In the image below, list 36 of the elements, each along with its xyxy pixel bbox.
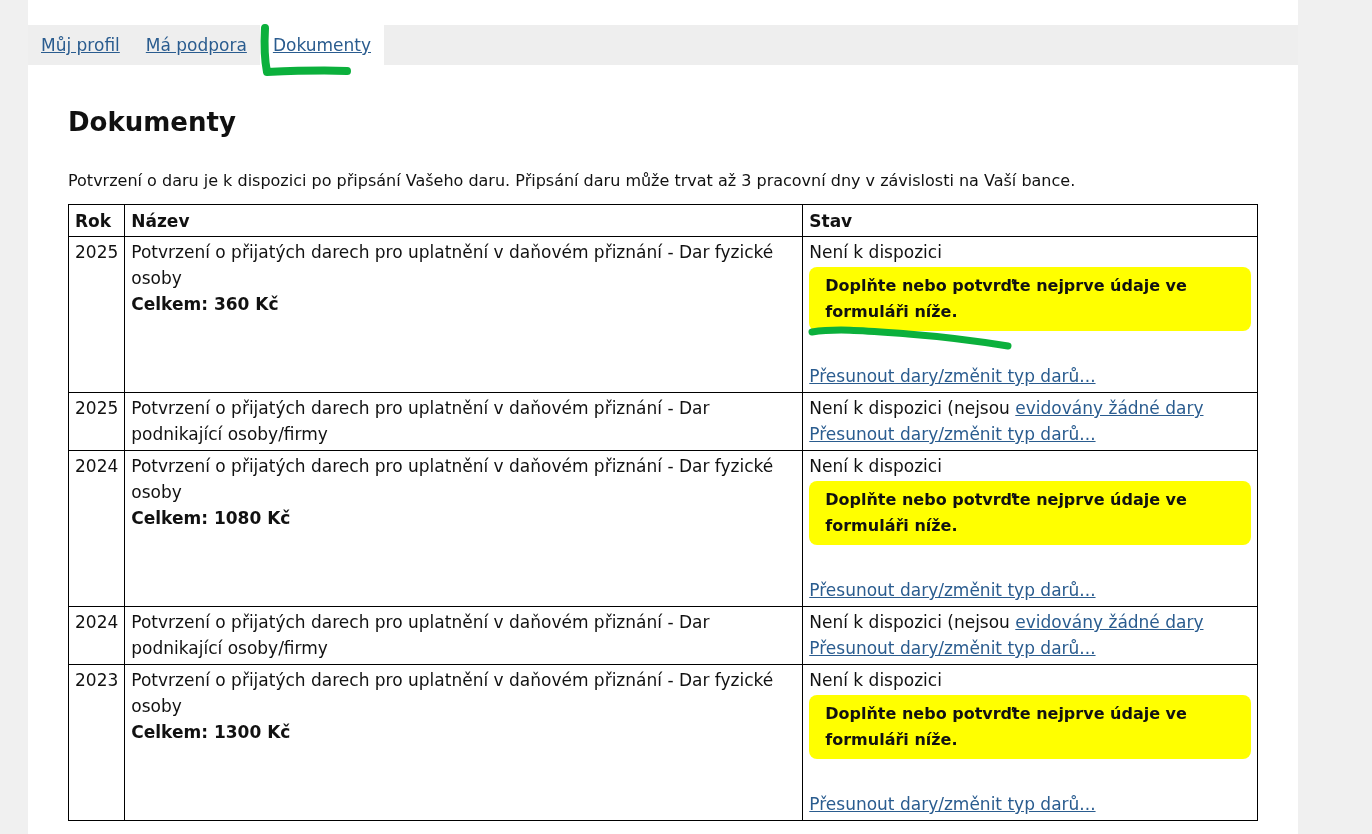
document-name: Potvrzení o přijatých darech pro uplatnění v daňovém přiznání - Dar podnikající osoby/firmy xyxy=(131,398,710,444)
move-gifts-link[interactable]: Přesunout dary/změnit typ darů... xyxy=(809,794,1096,814)
year-cell: 2023 xyxy=(68,664,125,821)
year-cell: 2025 xyxy=(68,236,125,393)
notice-banner: Doplňte nebo potvrďte nejprve údaje ve formuláři níže. xyxy=(809,695,1251,759)
status-text: Není k dispozici (nejsou evidovány žádné dary xyxy=(809,611,1205,634)
total-amount: Celkem: 1080 Kč xyxy=(131,508,291,528)
status-text: Není k dispozici xyxy=(809,669,943,692)
document-name: Potvrzení o přijatých darech pro uplatnění v daňovém přiznání - Dar fyzické osoby xyxy=(131,670,774,716)
move-gifts-link[interactable]: Přesunout dary/změnit typ darů... xyxy=(809,638,1096,658)
notice-banner: Doplňte nebo potvrďte nejprve údaje ve formuláři níže. xyxy=(809,267,1251,331)
intro-text: Potvrzení o daru je k dispozici po připsání Vašeho daru. Připsání daru může trvat až 3 pracovní dny v závislosti na Vaší bance. xyxy=(68,171,1077,190)
document-name: Potvrzení o přijatých darech pro uplatnění v daňovém přiznání - Dar fyzické osoby xyxy=(131,242,774,288)
total-amount: Celkem: 360 Kč xyxy=(131,294,279,314)
move-gifts-link[interactable]: Přesunout dary/změnit typ darů... xyxy=(809,580,1096,600)
column-header: Rok xyxy=(68,204,125,237)
tab[interactable]: Má podpora xyxy=(132,25,260,65)
year-cell: 2024 xyxy=(68,606,125,665)
total-amount: Celkem: 1300 Kč xyxy=(131,722,291,742)
year-cell: 2024 xyxy=(68,450,125,607)
move-gifts-link[interactable]: Přesunout dary/změnit typ darů... xyxy=(809,366,1096,386)
page-heading: Dokumenty xyxy=(68,107,237,137)
column-header: Název xyxy=(124,204,803,237)
tab[interactable]: Dokumenty xyxy=(259,25,384,65)
status-text: Není k dispozici xyxy=(809,455,943,478)
year-cell: 2025 xyxy=(68,392,125,451)
notice-banner: Doplňte nebo potvrďte nejprve údaje ve formuláři níže. xyxy=(809,481,1251,545)
document-name: Potvrzení o přijatých darech pro uplatnění v daňovém přiznání - Dar fyzické osoby xyxy=(131,456,774,502)
status-text: Není k dispozici xyxy=(809,241,943,264)
no-gifts-link[interactable]: evidovány žádné dary xyxy=(1015,612,1204,632)
document-name: Potvrzení o přijatých darech pro uplatnění v daňovém přiznání - Dar podnikající osoby/firmy xyxy=(131,612,710,658)
move-gifts-link[interactable]: Přesunout dary/změnit typ darů... xyxy=(809,424,1096,444)
no-gifts-link[interactable]: evidovány žádné dary xyxy=(1015,398,1204,418)
tab[interactable]: Můj profil xyxy=(28,25,133,65)
column-header: Stav xyxy=(802,204,1258,237)
status-text: Není k dispozici (nejsou evidovány žádné dary xyxy=(809,397,1205,420)
